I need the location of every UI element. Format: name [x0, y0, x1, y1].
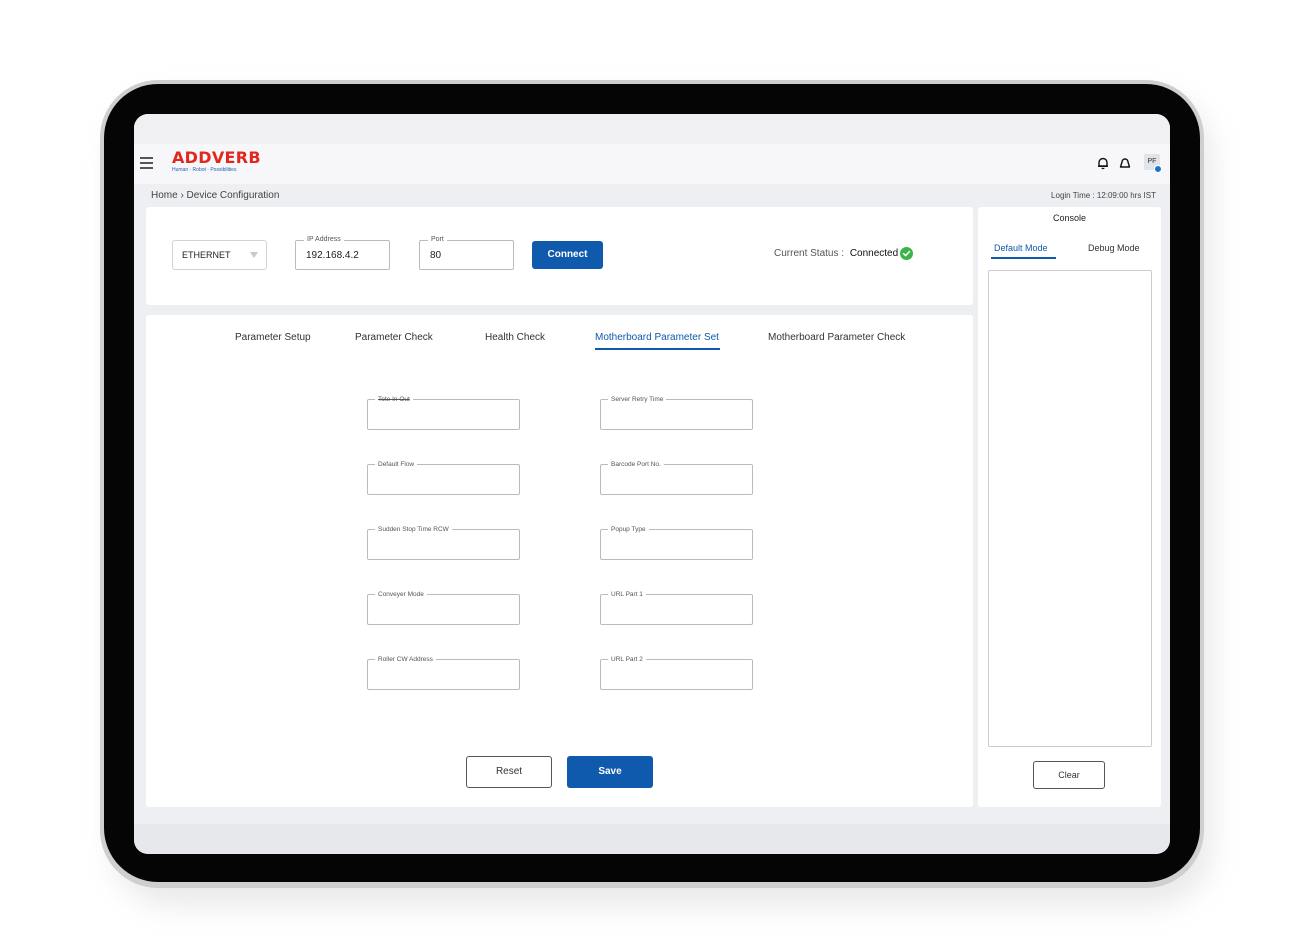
url-part-1-input[interactable]: URL Part 1: [600, 590, 753, 625]
ip-address-input[interactable]: IP Address 192.168.4.2: [295, 235, 390, 270]
default-flow-label: Default Flow: [375, 460, 418, 469]
conveyer-mode-input[interactable]: Conveyer Mode: [367, 590, 520, 625]
port-label: Port: [428, 235, 447, 245]
brand-logo: ADDVERB Human · Robot · Possibilities: [172, 149, 261, 174]
notification-bell-icon[interactable]: [1096, 156, 1110, 170]
roller-cw-address-input[interactable]: Roller CW Address: [367, 655, 520, 690]
sudden-stop-time-rcw-input[interactable]: Sudden Stop Time RCW: [367, 525, 520, 560]
sudden-stop-time-rcw-label: Sudden Stop Time RCW: [375, 525, 452, 534]
save-button[interactable]: Save: [567, 756, 653, 788]
connected-check-icon: [900, 247, 913, 260]
caret-down-icon: [250, 252, 258, 258]
status-strip: [134, 114, 1170, 144]
console-tab-default-mode[interactable]: Default Mode: [994, 243, 1048, 253]
connect-button[interactable]: Connect: [532, 241, 603, 269]
tab-parameter-setup[interactable]: Parameter Setup: [235, 332, 311, 343]
conveyer-mode-label: Conveyer Mode: [375, 590, 427, 599]
url-part-2-label: URL Part 2: [608, 655, 646, 664]
app-screen: ADDVERB Human · Robot · Possibilities PF…: [134, 114, 1170, 854]
tab-motherboard-parameter-check[interactable]: Motherboard Parameter Check: [768, 332, 905, 343]
default-flow-input[interactable]: Default Flow: [367, 460, 520, 495]
console-active-tab-indicator: [991, 257, 1056, 259]
connection-status: Current Status : Connected: [774, 248, 898, 259]
hamburger-menu-icon[interactable]: [140, 157, 153, 169]
server-retry-time-label: Server Retry Time: [608, 395, 667, 404]
login-time: Login Time : 12:09:00 hrs IST: [1051, 191, 1156, 200]
ip-address-label: IP Address: [304, 235, 344, 245]
status-value: Connected: [849, 248, 899, 259]
clear-button[interactable]: Clear: [1033, 761, 1105, 789]
alert-bell-icon[interactable]: [1118, 156, 1132, 170]
tote-in-out-input[interactable]: Tote In Out: [367, 395, 520, 430]
url-part-1-label: URL Part 1: [608, 590, 646, 599]
brand-name: ADDVERB: [172, 148, 261, 167]
tab-motherboard-parameter-set[interactable]: Motherboard Parameter Set: [595, 332, 719, 343]
server-retry-time-input[interactable]: Server Retry Time: [600, 395, 753, 430]
console-panel: Console Default Mode Debug Mode Clear: [978, 207, 1161, 807]
url-part-2-input[interactable]: URL Part 2: [600, 655, 753, 690]
barcode-port-no-input[interactable]: Barcode Port No.: [600, 460, 753, 495]
tab-parameter-check[interactable]: Parameter Check: [355, 332, 433, 343]
port-value: 80: [430, 250, 442, 261]
reset-button[interactable]: Reset: [466, 756, 552, 788]
brand-tagline: Human · Robot · Possibilities: [172, 167, 237, 173]
ip-address-value: 192.168.4.2: [306, 250, 359, 261]
popup-type-label: Popup Type: [608, 525, 649, 534]
app-header: ADDVERB Human · Robot · Possibilities PF: [134, 144, 1170, 184]
interface-select-value: ETHERNET: [182, 250, 231, 260]
barcode-port-no-label: Barcode Port No.: [608, 460, 664, 469]
interface-select[interactable]: ETHERNET: [172, 240, 267, 270]
popup-type-input[interactable]: Popup Type: [600, 525, 753, 560]
tab-health-check[interactable]: Health Check: [485, 332, 545, 343]
active-tab-indicator: [595, 348, 720, 350]
status-label: Current Status :: [774, 248, 845, 259]
port-input[interactable]: Port 80: [419, 235, 514, 270]
connection-card: ETHERNET IP Address 192.168.4.2 Port 80 …: [146, 207, 973, 305]
bottom-strip: [134, 824, 1170, 854]
tote-in-out-label: Tote In Out: [375, 395, 413, 404]
roller-cw-address-label: Roller CW Address: [375, 655, 436, 664]
parameter-card: Parameter Setup Parameter Check Health C…: [146, 315, 973, 807]
console-output[interactable]: [988, 270, 1152, 747]
console-title: Console: [1052, 213, 1087, 223]
breadcrumb[interactable]: Home › Device Configuration: [151, 190, 279, 201]
console-tab-debug-mode[interactable]: Debug Mode: [1088, 243, 1140, 253]
verified-badge-icon: [1154, 165, 1162, 173]
